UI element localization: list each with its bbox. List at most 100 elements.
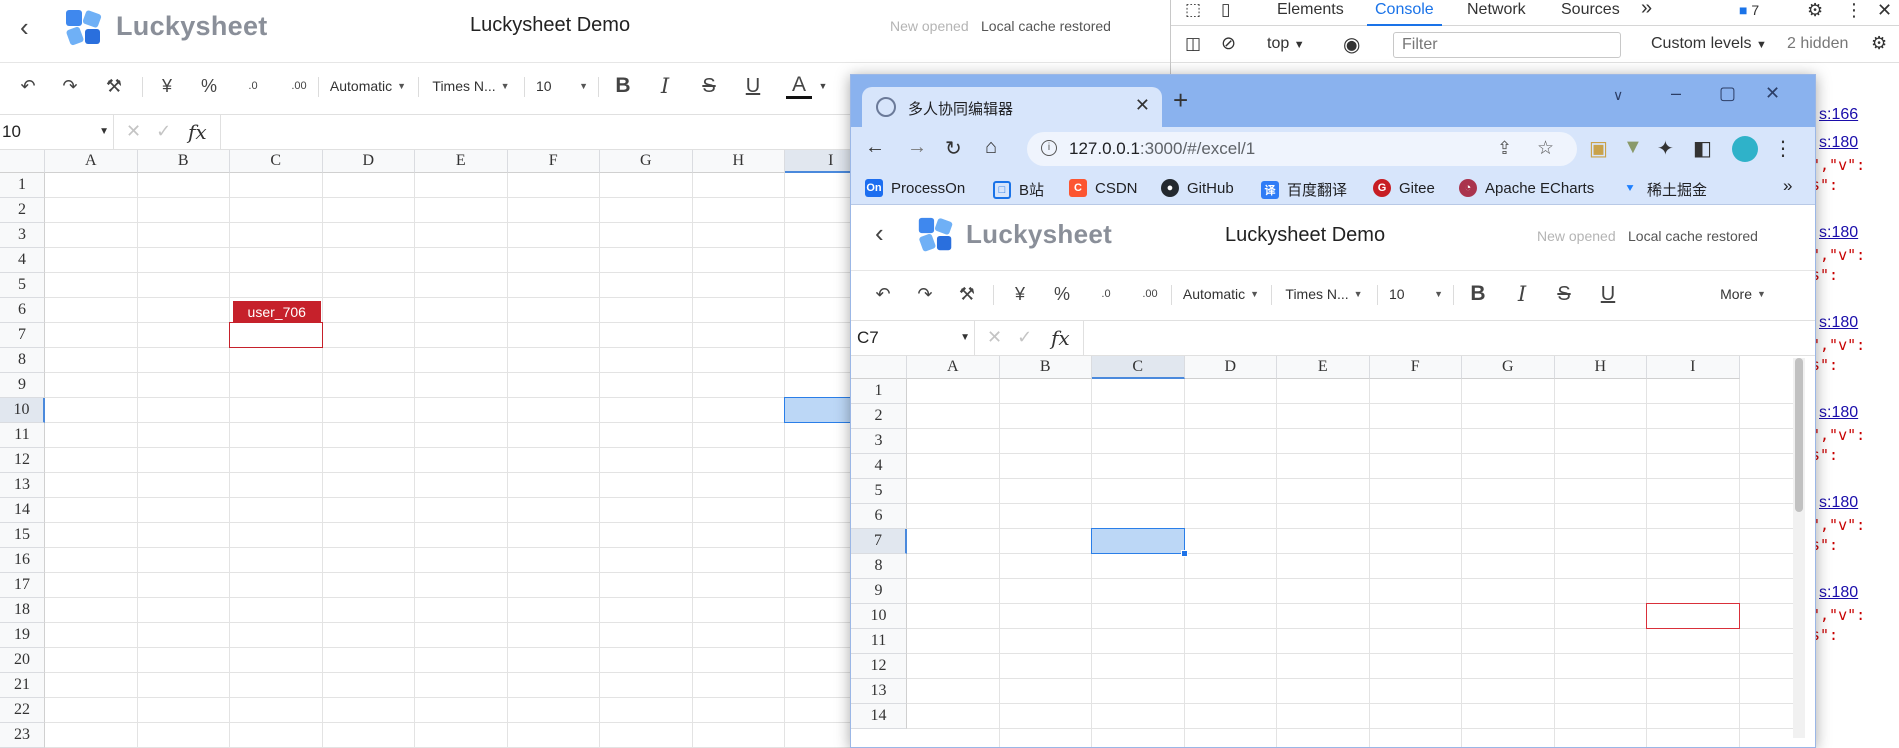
strikethrough-icon[interactable]: S [696,73,722,99]
column-header-b[interactable]: B [137,150,230,173]
bookmark-baidu-translate[interactable]: 译百度翻译 [1261,179,1347,200]
site-info-icon[interactable]: i [1041,140,1057,156]
fill-handle[interactable] [1180,550,1188,557]
log-levels-dropdown[interactable]: Custom levels ▼ [1651,35,1767,53]
row-header-8[interactable]: 8 [851,554,907,579]
column-header-c[interactable]: C [1092,356,1185,379]
font-size-dropdown[interactable]: 10 ▼ [1389,281,1443,307]
number-format-dropdown[interactable]: Automatic ▼ [1179,281,1263,307]
row-header-13[interactable]: 13 [851,679,907,704]
back-icon[interactable]: ← [865,136,885,159]
row-header-3[interactable]: 3 [0,223,45,248]
chrome-menu-icon[interactable]: ⋮ [1773,136,1793,161]
currency-icon[interactable]: ¥ [1007,281,1033,307]
column-header-g[interactable]: G [600,150,693,173]
back-arrow-icon[interactable]: ‹ [20,12,29,43]
redo-icon[interactable]: ↷ [911,281,939,307]
underline-icon[interactable]: U [740,73,766,99]
side-panel-icon[interactable]: ◧ [1693,136,1712,161]
gear-icon[interactable]: ⚙ [1807,0,1823,26]
console-source-link[interactable]: s:180 [1819,314,1858,332]
close-icon[interactable]: ✕ [1877,0,1892,26]
row-header-9[interactable]: 9 [851,579,907,604]
column-header-c[interactable]: C [230,150,323,173]
row-header-6[interactable]: 6 [851,504,907,529]
decimal-increase-icon[interactable]: .0 [1093,281,1119,307]
undo-icon[interactable]: ↶ [869,281,897,307]
kebab-menu-icon[interactable]: ⋮ [1845,0,1863,26]
share-icon[interactable]: ⇪ [1497,138,1512,159]
percent-icon[interactable]: % [1049,281,1075,307]
percent-icon[interactable]: % [196,73,222,99]
sheet-grid[interactable]: A B C D E F G H I 1 2 3 4 5 6 7 8 9 10 11 12 13 14 [851,356,1793,747]
undo-icon[interactable]: ↶ [14,73,42,99]
more-tabs-icon[interactable]: » [1641,0,1652,26]
decimal-decrease-icon[interactable]: .00 [284,73,314,99]
row-header-14[interactable]: 14 [0,498,45,523]
vue-devtools-icon[interactable]: ▼ [1623,136,1643,159]
text-color-icon[interactable]: A [786,73,812,99]
font-size-dropdown[interactable]: 10 ▼ [536,73,588,99]
bookmark-echarts[interactable]: ◔ Apache ECharts [1459,179,1594,197]
font-family-dropdown[interactable]: Times N... ▼ [1281,281,1367,307]
console-source-link[interactable]: s:180 [1819,584,1858,602]
italic-icon[interactable]: I [652,73,678,99]
avatar[interactable] [1732,136,1758,162]
console-source-link[interactable]: s:166 [1819,106,1858,124]
row-header-8[interactable]: 8 [0,348,45,373]
row-header-7[interactable]: 7 [851,529,907,554]
row-header-23[interactable]: 23 [0,723,45,748]
sidebar-toggle-icon[interactable]: ◫ [1185,34,1201,54]
name-box[interactable]: C7 ▼ [851,321,975,355]
currency-icon[interactable]: ¥ [154,73,180,99]
format-painter-icon[interactable]: ⚒ [100,73,128,99]
row-header-1[interactable]: 1 [851,379,907,404]
back-arrow-icon[interactable]: ‹ [875,218,884,249]
name-box[interactable]: 10 ▼ [0,115,114,149]
reload-icon[interactable]: ↻ [945,136,962,161]
row-header-1[interactable]: 1 [0,173,45,198]
row-header-19[interactable]: 19 [0,623,45,648]
device-toggle-icon[interactable]: ▯ [1221,0,1230,20]
bookmark-csdn[interactable]: C CSDN [1069,179,1138,197]
strikethrough-icon[interactable]: S [1551,281,1577,307]
font-family-dropdown[interactable]: Times N... ▼ [428,73,514,99]
console-source-link[interactable]: s:180 [1819,404,1858,422]
tab-network[interactable]: Network [1467,0,1526,26]
new-tab-icon[interactable]: + [1173,85,1188,116]
row-header-6[interactable]: 6 [0,298,45,323]
minimize-icon[interactable]: – [1671,83,1681,104]
bookmark-bilibili[interactable]: □ B站 [993,179,1044,200]
bookmarks-overflow-icon[interactable]: » [1783,176,1792,196]
row-header-5[interactable]: 5 [851,479,907,504]
column-header-h[interactable]: H [692,150,785,173]
row-header-21[interactable]: 21 [0,673,45,698]
row-header-18[interactable]: 18 [0,598,45,623]
close-window-icon[interactable]: ✕ [1765,83,1780,104]
row-header-11[interactable]: 11 [851,629,907,654]
select-all-corner[interactable] [851,356,907,379]
console-filter-input[interactable]: Filter [1393,32,1621,58]
select-all-corner[interactable] [0,150,45,173]
column-header-i[interactable]: I [1647,356,1740,379]
row-header-7[interactable]: 7 [0,323,45,348]
row-header-13[interactable]: 13 [0,473,45,498]
gear-icon[interactable]: ⚙ [1871,33,1887,54]
row-header-2[interactable]: 2 [0,198,45,223]
column-header-e[interactable]: E [1277,356,1370,379]
tab-console[interactable]: Console [1367,0,1442,26]
chevron-down-icon[interactable]: ▼ [816,73,830,99]
format-painter-icon[interactable]: ⚒ [953,281,981,307]
row-header-5[interactable]: 5 [0,273,45,298]
bookmark-juejin[interactable]: ⯆ 稀土掘金 [1621,179,1707,200]
row-header-17[interactable]: 17 [0,573,45,598]
maximize-icon[interactable]: ▢ [1719,83,1736,104]
issues-badge[interactable]: ■ 7 [1739,0,1759,26]
console-source-link[interactable]: s:180 [1819,224,1858,242]
row-header-9[interactable]: 9 [0,373,45,398]
underline-icon[interactable]: U [1595,281,1621,307]
bold-icon[interactable]: B [610,73,636,99]
column-header-d[interactable]: D [322,150,415,173]
row-header-4[interactable]: 4 [851,454,907,479]
column-header-g[interactable]: G [1462,356,1555,379]
